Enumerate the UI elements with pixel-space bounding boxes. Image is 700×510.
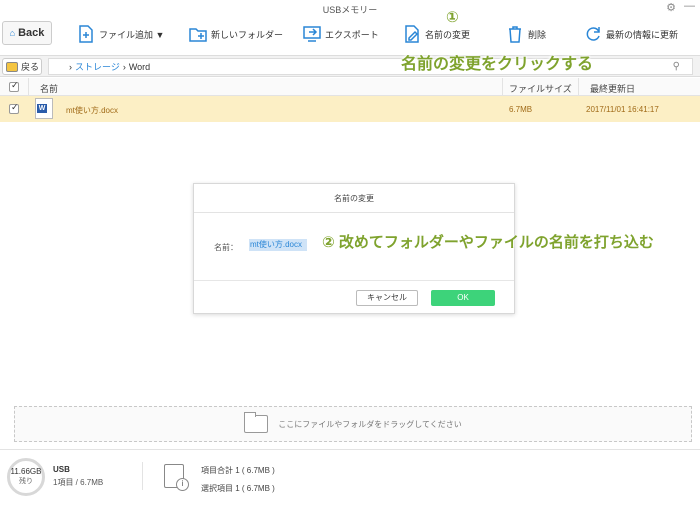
name-label: 名前： bbox=[214, 243, 238, 252]
rename-icon bbox=[405, 25, 419, 43]
drive-icon bbox=[6, 61, 18, 72]
column-size[interactable]: ファイルサイズ bbox=[509, 82, 572, 95]
info-icon bbox=[164, 464, 189, 491]
file-size: 6.7MB bbox=[509, 105, 533, 114]
divider bbox=[142, 462, 143, 490]
folder-icon bbox=[244, 412, 269, 433]
home-icon: ⌂ bbox=[9, 28, 16, 38]
total-items: 項目合計 1 ( 6.7MB ) bbox=[201, 466, 275, 475]
minimize-button[interactable]: — bbox=[684, 0, 695, 12]
select-all-checkbox[interactable] bbox=[9, 80, 19, 92]
rename-button[interactable]: 名前の変更 bbox=[402, 22, 470, 46]
refresh-label: 最新の情報に更新 bbox=[606, 29, 679, 40]
new-folder-icon bbox=[189, 28, 207, 42]
column-divider bbox=[502, 78, 503, 96]
device-name: USB bbox=[53, 465, 70, 474]
delete-label: 削除 bbox=[528, 29, 547, 40]
new-folder-label: 新しいフォルダー bbox=[211, 29, 284, 40]
storage-home-button[interactable]: 戻る bbox=[2, 58, 42, 75]
table-header: 名前 ファイルサイズ 最終更新日 bbox=[0, 78, 700, 96]
drop-zone-text: ここにファイルやフォルダをドラッグしてください bbox=[278, 419, 462, 429]
export-label: エクスポート bbox=[325, 29, 379, 40]
back-label: Back bbox=[18, 27, 45, 39]
free-space: 11.66GB bbox=[10, 467, 42, 476]
column-modified[interactable]: 最終更新日 bbox=[590, 82, 635, 95]
annotation-step1-number: ① bbox=[446, 9, 459, 26]
chevron-right-icon: › bbox=[122, 61, 126, 72]
word-document-icon: W bbox=[35, 98, 53, 119]
add-file-icon bbox=[79, 25, 93, 43]
row-checkbox[interactable] bbox=[9, 102, 19, 114]
column-divider bbox=[578, 78, 579, 96]
annotation-step2: ② 改めてフォルダーやファイルの名前を打ち込む bbox=[322, 234, 654, 251]
breadcrumb: › ストレージ › Word ⚲ bbox=[48, 58, 693, 75]
table-row[interactable]: W mt使い方.docx 6.7MB 2017/11/01 16:41:17 bbox=[0, 96, 700, 122]
refresh-icon bbox=[586, 27, 600, 41]
add-file-button[interactable]: ファイル追加 ▼ bbox=[76, 22, 164, 46]
export-icon bbox=[303, 26, 321, 42]
window-title: USBメモリー bbox=[322, 5, 378, 15]
delete-button[interactable]: 削除 bbox=[505, 22, 546, 46]
toolbar: ⌂ Back ファイル追加 ▼ 新しいフォルダー エクスポート 名前の変更 削除… bbox=[0, 18, 700, 54]
rename-label: 名前の変更 bbox=[425, 29, 471, 40]
export-button[interactable]: エクスポート bbox=[302, 22, 379, 46]
disk-usage-gauge: 11.66GB 残り bbox=[7, 458, 45, 496]
add-file-label: ファイル追加 ▼ bbox=[99, 29, 165, 40]
annotation-step1: 名前の変更をクリックする bbox=[401, 56, 594, 73]
free-label: 残り bbox=[19, 478, 33, 485]
cancel-button[interactable]: キャンセル bbox=[356, 290, 418, 306]
column-divider bbox=[28, 78, 29, 96]
drop-zone[interactable]: ここにファイルやフォルダをドラッグしてください bbox=[14, 406, 692, 442]
back-button[interactable]: ⌂ Back bbox=[2, 21, 52, 45]
file-name: mt使い方.docx bbox=[66, 106, 119, 115]
selected-items: 選択項目 1 ( 6.7MB ) bbox=[201, 484, 275, 493]
search-icon[interactable]: ⚲ bbox=[673, 61, 680, 72]
settings-gear-icon[interactable]: ⚙ bbox=[666, 1, 676, 14]
device-summary: 1項目 / 6.7MB bbox=[53, 478, 104, 487]
column-name[interactable]: 名前 bbox=[40, 82, 58, 95]
ok-button[interactable]: OK bbox=[431, 290, 495, 306]
name-input[interactable]: mt使い方.docx bbox=[249, 239, 307, 251]
trash-icon bbox=[509, 26, 521, 43]
title-bar: USBメモリー ⚙ — bbox=[0, 0, 700, 18]
dialog-divider bbox=[194, 280, 514, 281]
refresh-button[interactable]: 最新の情報に更新 bbox=[583, 22, 678, 46]
dialog-title: 名前の変更 bbox=[194, 184, 514, 213]
new-folder-button[interactable]: 新しいフォルダー bbox=[188, 22, 283, 46]
breadcrumb-word[interactable]: Word bbox=[129, 62, 150, 72]
chevron-right-icon: › bbox=[69, 61, 72, 72]
status-bar: 11.66GB 残り USB 1項目 / 6.7MB 項目合計 1 ( 6.7M… bbox=[0, 449, 700, 510]
file-modified: 2017/11/01 16:41:17 bbox=[586, 105, 659, 114]
navigation-bar: 戻る › ストレージ › Word ⚲ bbox=[0, 55, 700, 77]
home-label: 戻る bbox=[21, 62, 40, 72]
breadcrumb-storage[interactable]: ストレージ bbox=[75, 60, 120, 73]
